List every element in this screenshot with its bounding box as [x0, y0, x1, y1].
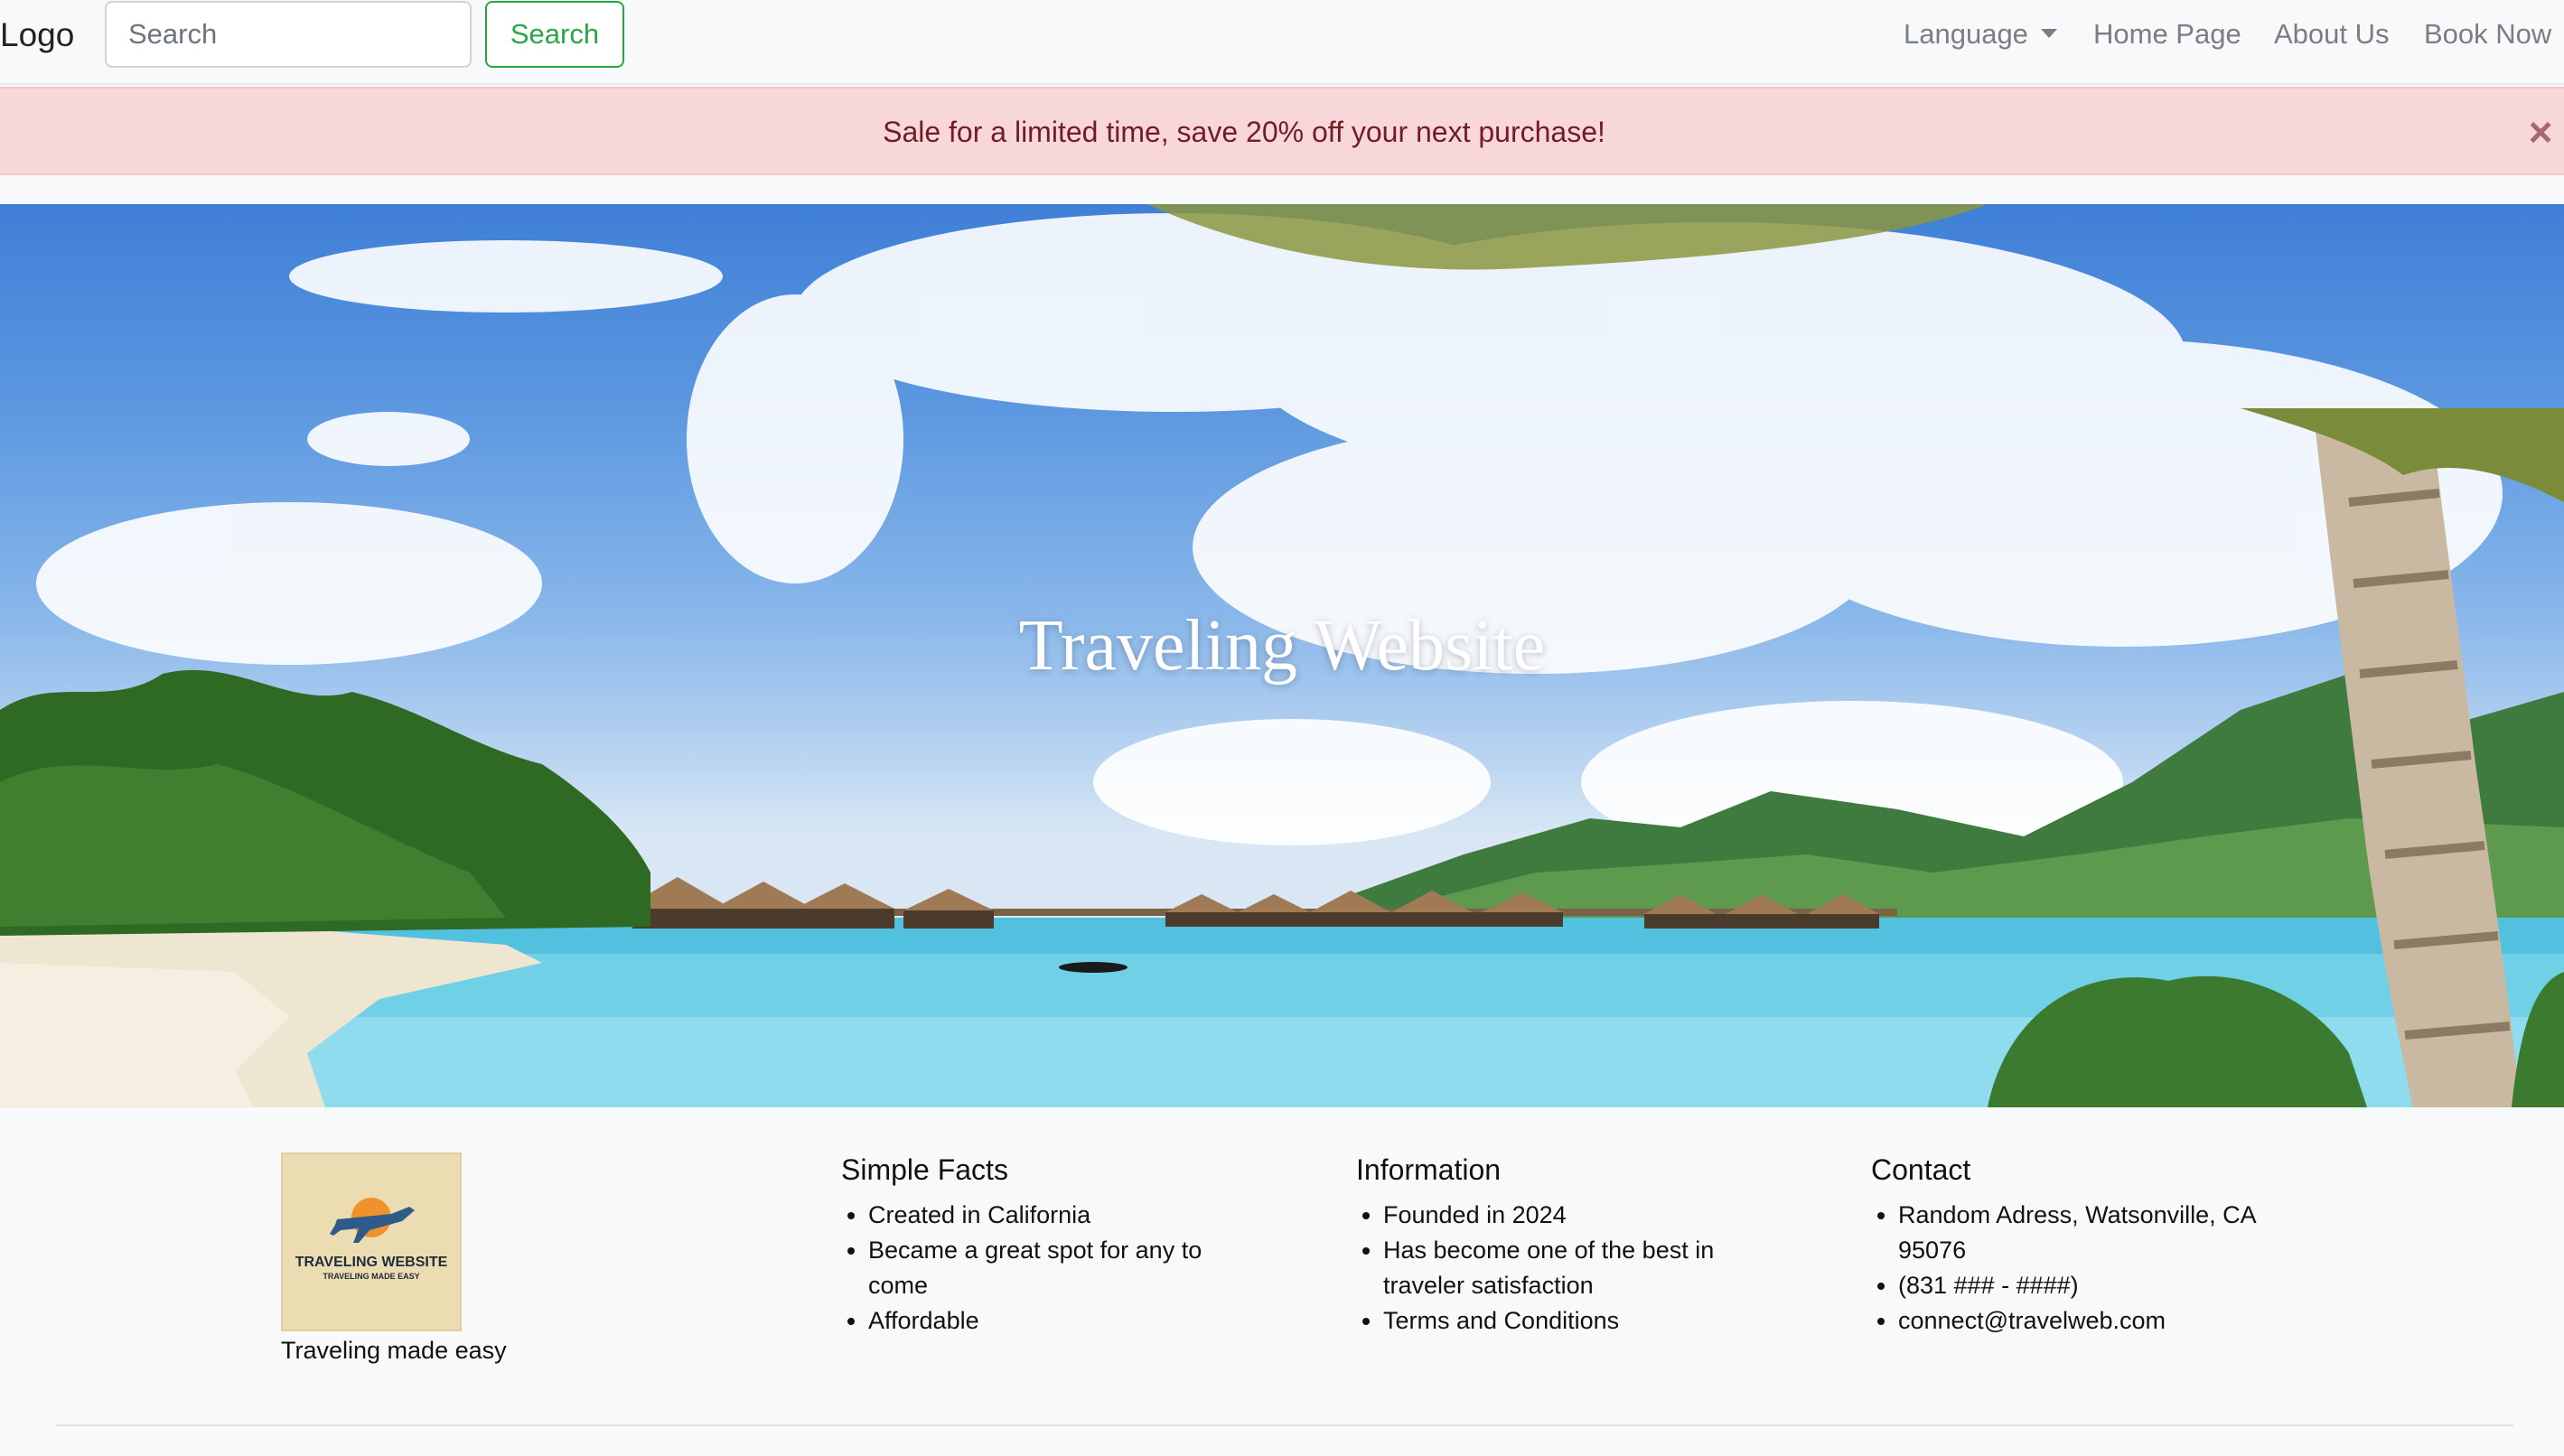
brand-logo-link[interactable]: Logo	[0, 14, 74, 56]
airplane-logo-icon: TRAVELING WEBSITE TRAVELING MADE EASY	[295, 1198, 448, 1281]
search-button[interactable]: Search	[485, 1, 624, 68]
logo-text-primary: TRAVELING WEBSITE	[295, 1255, 448, 1270]
hero-banner: Traveling Website	[0, 204, 2564, 1107]
terms-link[interactable]: Terms and Conditions	[1383, 1303, 1745, 1339]
footer-col-contact: Contact Random Adress, Watsonville, CA 9…	[1871, 1151, 2269, 1339]
language-label: Language	[1904, 18, 2028, 50]
nav-home-page[interactable]: Home Page	[2093, 17, 2241, 51]
list-item: Affordable	[868, 1303, 1221, 1339]
search-input[interactable]	[105, 1, 472, 68]
footer-col-simple-facts: Simple Facts Created in California Becam…	[841, 1151, 1221, 1339]
footer: TRAVELING WEBSITE TRAVELING MADE EASY Tr…	[0, 1107, 2564, 1456]
navbar: Logo Search Language Home Page About Us …	[0, 0, 2564, 85]
phone-item: (831 ### - ####)	[1898, 1268, 2269, 1303]
footer-col-information: Information Founded in 2024 Has become o…	[1356, 1151, 1745, 1339]
footer-divider	[56, 1424, 2513, 1426]
address-item: Random Adress, Watsonville, CA 95076	[1898, 1198, 2269, 1268]
language-dropdown[interactable]: Language	[1904, 17, 2057, 51]
list-item: Created in California	[868, 1198, 1221, 1233]
hero-title: Traveling Website	[1018, 606, 1546, 686]
list-item: Founded in 2024	[1383, 1198, 1745, 1233]
alert-message: Sale for a limited time, save 20% off yo…	[883, 116, 1605, 148]
email-link[interactable]: connect@travelweb.com	[1898, 1303, 2269, 1339]
sale-alert: Sale for a limited time, save 20% off yo…	[0, 87, 2564, 175]
logo-caption: Traveling made easy	[281, 1337, 507, 1364]
nav-about-us[interactable]: About Us	[2274, 17, 2390, 51]
list-item: Has become one of the best in traveler s…	[1383, 1233, 1745, 1303]
footer-col-title: Simple Facts	[841, 1153, 1008, 1186]
footer-col-title: Contact	[1871, 1153, 1971, 1186]
footer-col-title: Information	[1356, 1153, 1502, 1186]
logo-text-secondary: TRAVELING MADE EASY	[323, 1272, 419, 1281]
nav-book-now[interactable]: Book Now	[2424, 17, 2551, 51]
close-icon[interactable]: ×	[2517, 108, 2564, 155]
list-item: Became a great spot for any to come	[868, 1233, 1221, 1303]
footer-logo: TRAVELING WEBSITE TRAVELING MADE EASY	[281, 1153, 462, 1331]
chevron-down-icon	[2040, 29, 2057, 38]
